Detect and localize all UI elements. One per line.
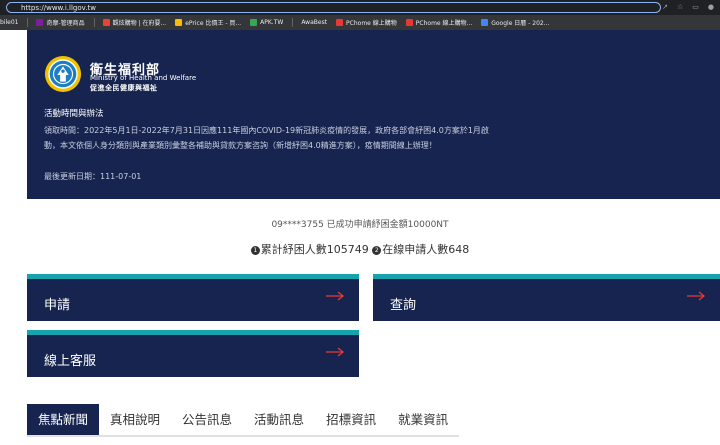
- bookmark-label: AwaBest: [301, 19, 328, 26]
- news-tabs: 焦點新聞 真相說明 公告訊息 活動訊息 招標資訊 就業資訊: [27, 404, 460, 437]
- stats-line: 1 累計紓困人數105749 2 在線申請人數648: [0, 241, 720, 257]
- pchome-icon: [336, 19, 344, 26]
- arrow-right-icon: [326, 347, 345, 357]
- bookmark-item[interactable]: AwaBest: [301, 19, 327, 26]
- last-updated: 最後更新日期：111-07-01: [44, 172, 142, 181]
- query-card-label: 查詢: [390, 298, 417, 313]
- event-info-body: 領取時間：2022年5月1日-2022年7月31日因應111年國內COVID-1…: [44, 126, 489, 150]
- bookmark-separator: [292, 18, 294, 27]
- url-text: https://www.i.llgov.tw: [21, 4, 96, 12]
- brand-name-english: Ministry of Health and Welfare: [90, 74, 197, 82]
- bookmark-label: Google 日曆 - 202...: [491, 20, 550, 27]
- bookmark-label: PChome 線上購物: [346, 20, 397, 27]
- bookmark-item[interactable]: APK.TW: [250, 19, 283, 26]
- bookmark-item[interactable]: PChome 線上購物...: [405, 18, 473, 27]
- bookmark-star-icon[interactable]: ☆: [677, 2, 683, 12]
- apply-card-button[interactable]: 申請: [27, 274, 359, 321]
- bookmark-separator: [93, 18, 95, 27]
- google-calendar-icon: [481, 19, 489, 26]
- stat-total-relief: 累計紓困人數105749: [260, 243, 369, 256]
- yahoo-icon: [36, 19, 44, 26]
- tab-tenders[interactable]: 招標資訊: [315, 404, 387, 435]
- pchome-icon: [405, 19, 413, 26]
- arrow-right-icon: [687, 291, 706, 301]
- apply-card-label: 申請: [44, 298, 71, 313]
- tab-employment[interactable]: 就業資訊: [387, 404, 459, 435]
- url-input[interactable]: https://www.i.llgov.tw: [6, 2, 661, 13]
- hero-banner: 衛生福利部 Ministry of Health and Welfare 促進全…: [27, 30, 720, 199]
- tab-announcements[interactable]: 公告訊息: [171, 404, 243, 435]
- bookmark-item[interactable]: 觀炫購物 | 在府要...: [102, 18, 167, 27]
- stat-online-applicants: 在線申請人數648: [382, 243, 470, 256]
- event-info-title: 活動時間與辦法: [44, 109, 104, 119]
- tab-featured-news[interactable]: 焦點新聞: [27, 404, 100, 435]
- tab-fact-check[interactable]: 真相說明: [99, 404, 171, 435]
- application-ticker: 09****3755 已成功申請紓困金額10000NT: [0, 217, 720, 229]
- bookmark-label: 觀炫購物 | 在府要...: [112, 20, 167, 27]
- bookmarks-bar: bile01 奇摩-管理商品 觀炫購物 | 在府要... ePrice 比價王 …: [0, 15, 720, 30]
- browser-toolbar-icons: ↗ ☆ ▭ ●: [662, 2, 714, 12]
- extension-icon[interactable]: ▭: [692, 2, 699, 12]
- bookmark-item[interactable]: bile01: [0, 19, 18, 26]
- eprice-icon: [175, 19, 183, 26]
- profile-icon[interactable]: ●: [708, 2, 714, 12]
- share-icon[interactable]: ↗: [662, 2, 668, 12]
- bookmark-label: bile01: [0, 19, 19, 26]
- query-card-button[interactable]: 查詢: [373, 274, 720, 321]
- bookmark-label: 奇摩-管理商品: [46, 20, 85, 27]
- bookmark-label: PChome 線上購物...: [415, 20, 473, 27]
- apk-icon: [250, 19, 258, 26]
- tab-events[interactable]: 活動訊息: [243, 404, 315, 435]
- ticker-text: 09****3755 已成功申請紓困金額10000NT: [271, 220, 449, 229]
- browser-address-bar: https://www.i.llgov.tw ↗ ☆ ▭ ●: [0, 0, 720, 15]
- bookmark-separator: [27, 18, 29, 27]
- online-support-card-button[interactable]: 線上客服: [27, 330, 359, 377]
- brand-slogan: 促進全民健康與福祉: [90, 84, 158, 92]
- stat-badge: 2: [372, 246, 382, 255]
- bookmark-label: APK.TW: [260, 19, 284, 26]
- bookmark-item[interactable]: ePrice 比價王 - 買...: [175, 18, 241, 27]
- stat-badge: 1: [250, 246, 260, 255]
- shop-icon: [102, 19, 110, 26]
- bookmark-item[interactable]: Google 日曆 - 202...: [481, 18, 549, 27]
- arrow-right-icon: [326, 291, 345, 301]
- bookmark-label: ePrice 比價王 - 買...: [185, 20, 242, 27]
- online-support-card-label: 線上客服: [44, 354, 97, 369]
- bookmark-item[interactable]: PChome 線上購物: [336, 18, 397, 27]
- bookmark-item[interactable]: 奇摩-管理商品: [36, 18, 85, 27]
- ministry-logo-icon[interactable]: [44, 55, 82, 93]
